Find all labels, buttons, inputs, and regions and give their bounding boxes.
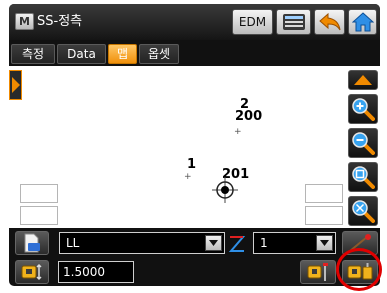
file-button[interactable] [15,231,49,255]
backsight-icon [307,263,328,281]
map-info-box [20,206,58,225]
list-button[interactable] [276,9,311,35]
highlight-annotation [336,248,382,291]
list-icon [282,14,305,30]
app-logo-icon[interactable]: M [15,13,34,30]
current-position-icon [212,177,238,203]
tab-offset[interactable]: 옵셋 [139,44,179,64]
title-bar: M SS-정측 EDM [9,4,380,40]
back-button[interactable] [314,9,345,35]
back-arrow-icon [318,12,340,31]
map-point-marker[interactable]: + [184,173,192,182]
tab-measure[interactable]: 측정 [11,44,55,64]
point-select-value: 1 [260,236,268,250]
backsight-button[interactable] [300,260,336,284]
pan-arrow-icon [12,77,20,93]
instrument-height-button[interactable] [15,260,49,284]
file-icon [24,233,40,253]
layer-select-value: LL [66,236,80,250]
zoom-window-icon [352,166,375,189]
zoom-out-icon [352,132,375,155]
map-info-box [305,206,343,225]
map-canvas[interactable]: 2 200 + 1 201 + [9,66,380,228]
home-icon [351,12,374,32]
layer-row: LL 1 [9,230,380,257]
instrument-icon [21,263,42,281]
zigzag-line-icon [228,236,246,252]
triangle-up-icon [354,75,372,85]
instrument-height-input[interactable]: 1.5000 [58,261,134,283]
zoom-window-button[interactable] [348,162,378,192]
map-info-box [305,184,343,203]
chevron-down-icon [205,235,222,251]
zoom-toolbar [347,68,380,228]
app-window: M SS-정측 EDM 측정 Data 맵 옵셋 2 200 + 1 201 +… [9,4,380,286]
pan-toggle-button[interactable] [9,70,22,100]
map-point-marker[interactable]: + [234,128,242,137]
map-point-number: 1 [187,157,197,172]
home-button[interactable] [348,9,377,35]
chevron-down-icon [316,235,333,251]
map-info-box [20,184,58,203]
tab-map[interactable]: 맵 [108,44,137,64]
zoom-out-button[interactable] [348,128,378,158]
zoom-in-button[interactable] [348,94,378,124]
tab-data[interactable]: Data [57,44,106,64]
point-select[interactable]: 1 [253,232,336,254]
zoom-in-icon [352,98,375,121]
edm-button[interactable]: EDM [232,9,273,35]
scroll-up-button[interactable] [348,70,378,90]
layer-select[interactable]: LL [59,232,225,254]
tab-bar: 측정 Data 맵 옵셋 [9,42,380,64]
instrument-row: 1.5000 [9,259,380,286]
map-point-label: 200 [235,109,263,124]
app-title: SS-정측 [37,14,83,29]
zoom-all-icon [352,200,375,223]
zoom-all-button[interactable] [348,196,378,226]
